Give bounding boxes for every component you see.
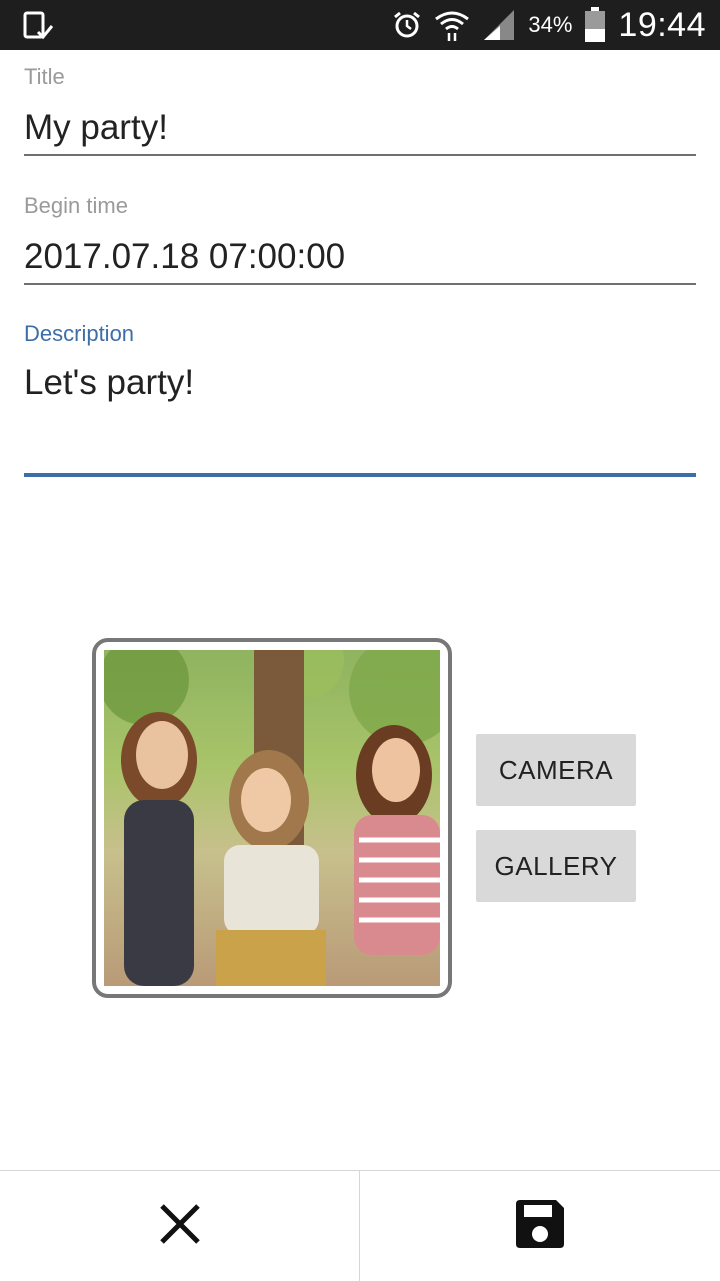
title-underline	[24, 154, 696, 156]
save-button[interactable]	[360, 1171, 719, 1281]
begin-time-underline	[24, 283, 696, 285]
wifi-icon	[434, 7, 470, 43]
alarm-icon	[392, 10, 422, 40]
begin-time-field[interactable]: Begin time 2017.07.18 07:00:00	[24, 193, 696, 285]
close-icon	[157, 1201, 203, 1252]
status-bar: 34% 19:44	[0, 0, 720, 50]
bottom-action-bar	[0, 1170, 720, 1281]
screenshot-icon	[22, 10, 54, 42]
gallery-button[interactable]: GALLERY	[476, 830, 636, 902]
camera-button[interactable]: CAMERA	[476, 734, 636, 806]
battery-percent: 34%	[528, 12, 573, 37]
cancel-button[interactable]	[0, 1171, 360, 1281]
event-photo-frame[interactable]	[92, 638, 452, 998]
title-label: Title	[24, 64, 65, 89]
begin-time-label: Begin time	[24, 193, 128, 218]
description-underline	[24, 473, 696, 477]
description-input[interactable]: Let's party!	[24, 363, 696, 473]
begin-time-input[interactable]: 2017.07.18 07:00:00	[24, 237, 696, 283]
signal-icon	[482, 8, 516, 42]
title-field[interactable]: Title My party!	[24, 64, 696, 156]
save-icon	[512, 1196, 568, 1257]
event-photo	[104, 650, 440, 986]
description-field[interactable]: Description Let's party!	[24, 321, 696, 477]
description-label: Description	[24, 321, 135, 346]
title-input[interactable]: My party!	[24, 108, 696, 154]
clock: 19:44	[618, 5, 706, 44]
battery-icon	[584, 7, 606, 43]
